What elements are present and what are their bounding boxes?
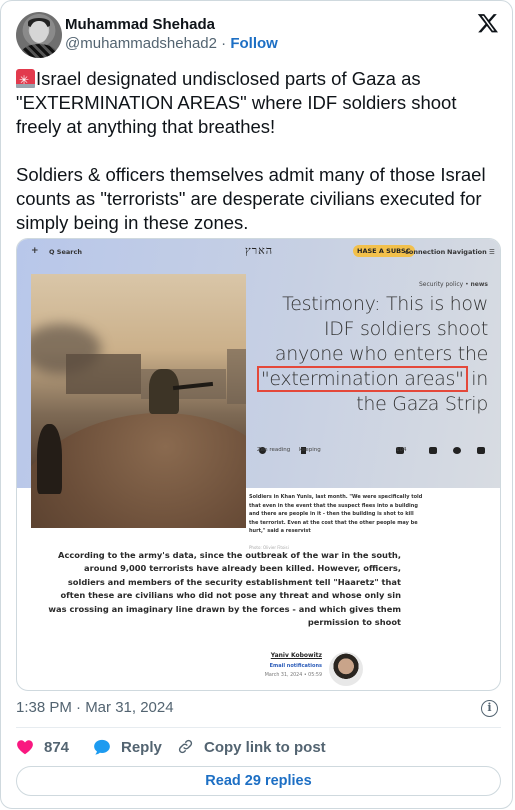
email-notifications: Email notifications [269,663,322,669]
haaretz-logo: הארץ [245,244,274,257]
photo-soldier [37,424,62,494]
avatar-face [30,21,48,43]
kicker-tag: news [470,281,488,288]
keeping-label: keeping [299,447,321,453]
headline-part-1: Testimony: This is how IDF soldiers shoo… [274,293,488,365]
comments: 104 [396,447,407,456]
print [429,447,437,456]
x-logo-icon[interactable] [477,12,499,34]
article-author-photo [329,652,363,686]
print-icon [429,447,437,454]
heart-icon [17,740,33,755]
like-count: 874 [44,739,70,756]
article-author-block: Yaniv Kobowitz Email notifications March… [242,652,322,678]
article-search: Q Search [49,248,82,256]
link-icon [178,739,193,754]
police-siren-icon [16,68,35,92]
tweet-timestamp[interactable]: 1:38 PM · Mar 31, 2024 [16,699,174,716]
headline-highlight: "extermination areas" [256,366,468,392]
footer-divider [16,727,501,728]
tweet-paragraph-1-text: Israel designated undisclosed parts of G… [16,68,457,137]
copy-link-button[interactable]: Copy link to post [177,738,326,758]
tweet-paragraph-2: Soldiers & officers themselves admit man… [16,164,486,233]
whatsapp-icon [453,447,461,454]
article-kicker: Security policy • news [418,281,488,288]
article-headline: Testimony: This is how IDF soldiers shoo… [256,292,488,417]
article-author-name: Yaniv Kobowitz [270,652,322,659]
navigation-menu: Navigation ☰ [447,248,495,256]
info-icon[interactable]: i [481,700,498,717]
reply-label: Reply [121,739,162,756]
whatsapp [453,447,461,456]
like-button[interactable]: 874 [16,738,69,758]
article-headline-block: Security policy • news Testimony: This i… [256,281,488,417]
tweet-paragraph-1: Israel designated undisclosed parts of G… [16,67,496,139]
article-nav: + Q Search הארץ HASE A SUBSC connection … [17,239,500,265]
plus-icon: + [31,246,39,256]
photo-building [227,349,246,404]
zen-reading-label: Zen reading [257,447,291,453]
tweet-media-image[interactable]: + Q Search הארץ HASE A SUBSC connection … [16,238,501,691]
handle-row: @muhammadshehad2 · Follow [65,35,278,52]
read-replies-button[interactable]: Read 29 replies [16,766,501,796]
photo-caption: Soldiers in Khan Yunis, last month. "We … [249,494,423,534]
photo-soldier [149,369,179,414]
article-photo [31,274,246,528]
kicker-section: Security policy [418,281,464,288]
follow-button[interactable]: Follow [230,35,278,52]
reply-button[interactable]: Reply [93,738,162,758]
zen-reading: Zen reading [257,447,290,454]
author-avatar[interactable] [16,12,62,58]
gift-icon [477,447,485,454]
keeping: keeping [299,447,321,454]
article-excerpt: According to the army's data, since the … [48,550,401,628]
photo-dirt-mound [31,396,246,528]
author-handle[interactable]: @muhammadshehad2 [65,35,217,52]
tweet-card: Muhammad Shehada @muhammadshehad2 · Foll… [0,0,513,809]
tweet-text: Israel designated undisclosed parts of G… [16,67,496,259]
gift [477,447,485,456]
article-date: March 31, 2024 • 05:59 [264,673,322,678]
author-name[interactable]: Muhammad Shehada [65,16,215,33]
copy-link-label: Copy link to post [204,739,326,756]
comments-count: 104 [396,447,407,453]
connection-link: connection [405,248,446,256]
avatar-body [21,44,57,58]
photo-building [66,354,141,394]
reply-bubble-icon [94,739,110,755]
separator: · [216,35,231,52]
